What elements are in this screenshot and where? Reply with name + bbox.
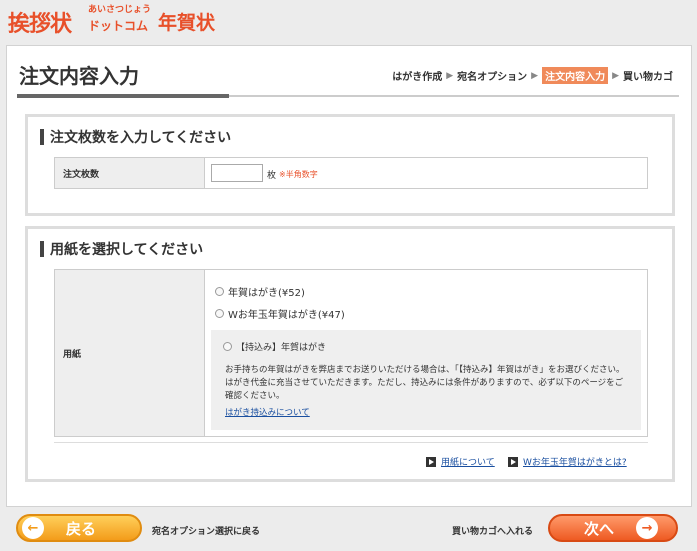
- arrow-right-icon: →: [636, 517, 659, 539]
- quantity-note: ※半角数字: [279, 170, 318, 179]
- logo-reading: あいさつじょう: [88, 5, 152, 15]
- play-arrow-icon: [508, 456, 518, 467]
- logo-dotcom: ドットコム: [88, 19, 149, 33]
- paper-option-nenga[interactable]: 年賀はがき(¥52): [215, 284, 305, 299]
- step-address-option: 宛名オプション: [457, 72, 528, 83]
- arrow-left-icon: ←: [22, 517, 44, 539]
- step-cart: 買い物カゴ: [623, 72, 673, 83]
- paper-option-label: Wお年玉年賀はがき(¥47): [228, 310, 345, 321]
- cart-description: 買い物カゴへ入れる: [452, 527, 534, 537]
- step-arrow-icon: ▶: [612, 70, 619, 81]
- paper-option-bring-in[interactable]: 【持込み】年賀はがき: [223, 340, 326, 353]
- w-otoshidama-link-text[interactable]: Wお年玉年賀はがきとは?: [523, 455, 627, 468]
- paper-section: 用紙を選択してください 用紙 年賀はがき(¥52) Wお年玉年賀はがき(¥47)…: [25, 226, 675, 482]
- main-panel: 注文内容入力 はがき作成 ▶ 宛名オプション ▶ 注文内容入力 ▶ 買い物カゴ …: [6, 45, 692, 507]
- step-arrow-icon: ▶: [531, 70, 539, 81]
- quantity-heading-text: 注文枚数を入力してください: [50, 130, 232, 146]
- paper-label: 用紙: [55, 270, 205, 436]
- quantity-label: 注文枚数: [55, 158, 205, 188]
- radio-button[interactable]: [223, 342, 232, 351]
- footer-nav: ← 戻る 宛名オプション選択に戻る 買い物カゴへ入れる 次へ →: [0, 508, 697, 551]
- paper-option-label: 年賀はがき(¥52): [228, 288, 305, 299]
- quantity-row: 注文枚数 枚 ※半角数字: [54, 157, 648, 189]
- title-underline: [17, 94, 229, 98]
- next-button-label: 次へ: [584, 519, 615, 538]
- bring-in-panel: 【持込み】年賀はがき お手持ちの年賀はがきを弊店までお送りいただける場合は、「【…: [211, 330, 641, 430]
- next-button[interactable]: 次へ →: [548, 514, 678, 542]
- step-postcard: はがき作成: [392, 72, 443, 83]
- site-header: 挨拶状 あいさつじょう ドットコム 年賀状: [0, 0, 697, 44]
- paper-info-link[interactable]: 用紙について: [426, 455, 495, 468]
- heading-bar: [40, 241, 44, 257]
- paper-option-w-otoshidama[interactable]: Wお年玉年賀はがき(¥47): [215, 306, 345, 321]
- quantity-heading: 注文枚数を入力してください: [40, 127, 231, 147]
- title-divider: [229, 95, 679, 97]
- paper-heading: 用紙を選択してください: [40, 239, 203, 259]
- back-button-label: 戻る: [66, 519, 97, 538]
- logo-nengajo: 年賀状: [158, 12, 216, 34]
- quantity-cell: 枚 ※半角数字: [205, 158, 647, 188]
- quantity-unit: 枚: [267, 171, 277, 181]
- play-arrow-icon: [426, 456, 436, 467]
- w-otoshidama-link[interactable]: Wお年玉年賀はがきとは?: [508, 455, 627, 468]
- quantity-input[interactable]: [211, 164, 263, 182]
- paper-heading-text: 用紙を選択してください: [50, 242, 204, 258]
- quantity-section: 注文枚数を入力してください 注文枚数 枚 ※半角数字: [25, 114, 675, 216]
- bring-in-link[interactable]: はがき持込みについて: [225, 406, 310, 418]
- heading-bar: [40, 129, 44, 145]
- back-button[interactable]: ← 戻る: [16, 514, 142, 542]
- back-description: 宛名オプション選択に戻る: [152, 527, 261, 537]
- paper-row: 用紙 年賀はがき(¥52) Wお年玉年賀はがき(¥47) 【持込み】年賀はがき …: [54, 269, 648, 437]
- logo-main[interactable]: 挨拶状: [8, 6, 72, 38]
- progress-steps: はがき作成 ▶ 宛名オプション ▶ 注文内容入力 ▶ 買い物カゴ: [392, 67, 673, 84]
- radio-button[interactable]: [215, 287, 224, 296]
- bring-in-description: お手持ちの年賀はがきを弊店までお送りいただける場合は、「【持込み】年賀はがき」を…: [225, 365, 625, 401]
- paper-cell: 年賀はがき(¥52) Wお年玉年賀はがき(¥47) 【持込み】年賀はがき お手持…: [205, 270, 647, 436]
- radio-button[interactable]: [215, 309, 224, 318]
- page-title: 注文内容入力: [19, 64, 139, 88]
- step-arrow-icon: ▶: [446, 70, 454, 81]
- links-divider: [54, 442, 648, 443]
- step-order-input: 注文内容入力: [542, 67, 609, 84]
- paper-option-label: 【持込み】年賀はがき: [236, 343, 327, 353]
- paper-info-link-text[interactable]: 用紙について: [441, 455, 495, 468]
